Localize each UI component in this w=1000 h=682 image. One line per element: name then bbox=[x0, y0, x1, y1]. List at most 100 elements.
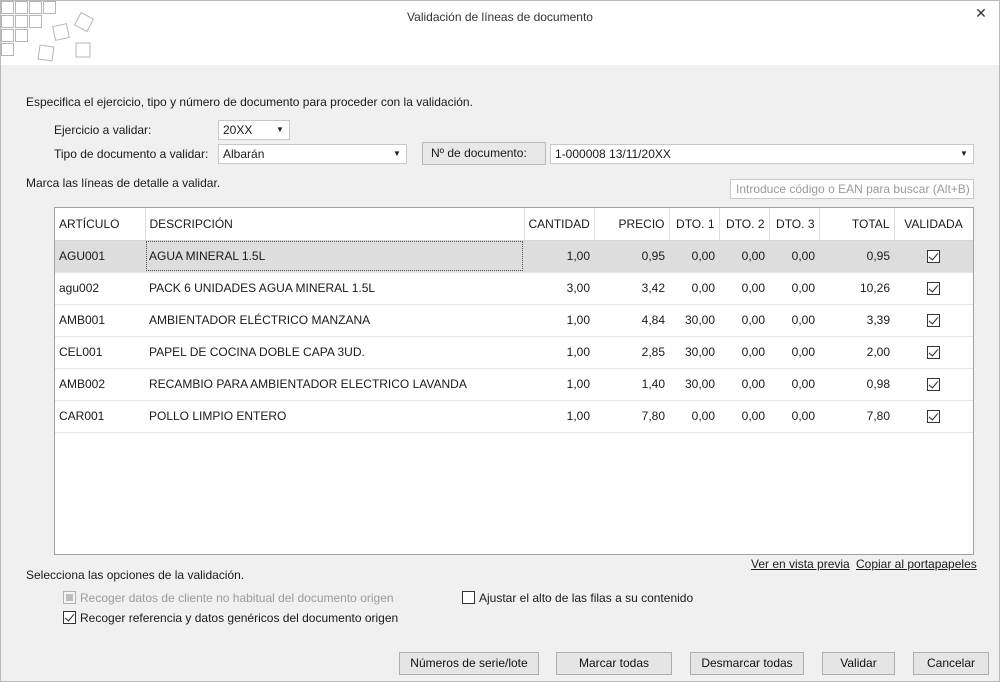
col-articulo[interactable]: ARTÍCULO bbox=[55, 208, 146, 241]
window-title: Validación de líneas de documento bbox=[407, 10, 593, 24]
cell-dto1: 0,00 bbox=[669, 272, 719, 305]
ajustar-alto-checkbox[interactable] bbox=[462, 591, 475, 604]
chevron-down-icon[interactable]: ▼ bbox=[957, 145, 971, 163]
ejercicio-value: 20XX bbox=[223, 123, 253, 137]
col-cantidad[interactable]: CANTIDAD bbox=[524, 208, 595, 241]
cell-descripcion: PAPEL DE COCINA DOBLE CAPA 3UD. bbox=[145, 336, 524, 369]
cell-descripcion: PACK 6 UNIDADES AGUA MINERAL 1.5L bbox=[145, 272, 524, 305]
cell-dto3: 0,00 bbox=[769, 272, 819, 305]
table-row[interactable]: agu002 PACK 6 UNIDADES AGUA MINERAL 1.5L… bbox=[55, 272, 973, 305]
cell-articulo: AMB002 bbox=[55, 368, 145, 401]
cell-total: 7,80 bbox=[819, 400, 894, 433]
cell-descripcion: POLLO LIMPIO ENTERO bbox=[145, 400, 524, 433]
option-recoger-referencia[interactable]: Recoger referencia y datos genéricos del… bbox=[63, 611, 398, 625]
table-row[interactable]: AMB002 RECAMBIO PARA AMBIENTADOR ELECTRI… bbox=[55, 368, 973, 401]
cell-precio: 0,95 bbox=[594, 240, 669, 273]
cell-dto1: 0,00 bbox=[669, 240, 719, 273]
col-descripcion[interactable]: DESCRIPCIÓN bbox=[145, 208, 525, 241]
instructions-top: Especifica el ejercicio, tipo y número d… bbox=[26, 95, 473, 109]
cell-cantidad: 1,00 bbox=[524, 240, 594, 273]
cell-total: 10,26 bbox=[819, 272, 894, 305]
copy-clipboard-link[interactable]: Copiar al portapapeles bbox=[856, 557, 977, 571]
cell-validada bbox=[894, 240, 973, 273]
table-row[interactable]: CEL001 PAPEL DE COCINA DOBLE CAPA 3UD. 1… bbox=[55, 336, 973, 369]
option-ajustar-alto[interactable]: Ajustar el alto de las filas a su conten… bbox=[462, 591, 693, 605]
cancelar-button[interactable]: Cancelar bbox=[913, 652, 989, 675]
cell-cantidad: 1,00 bbox=[524, 304, 594, 337]
ejercicio-select[interactable]: 20XX ▼ bbox=[218, 120, 290, 140]
cell-dto3: 0,00 bbox=[769, 368, 819, 401]
cell-articulo: AGU001 bbox=[55, 240, 145, 273]
validada-checkbox[interactable] bbox=[927, 282, 940, 296]
cell-articulo: CAR001 bbox=[55, 400, 145, 433]
cell-articulo: AMB001 bbox=[55, 304, 145, 337]
col-dto3[interactable]: DTO. 3 bbox=[769, 208, 820, 241]
validation-dialog: Validación de líneas de documento ✕ Espe… bbox=[0, 0, 1000, 682]
validar-button[interactable]: Validar bbox=[822, 652, 895, 675]
cell-total: 0,95 bbox=[819, 240, 894, 273]
cell-total: 0,98 bbox=[819, 368, 894, 401]
recoger-referencia-checkbox[interactable] bbox=[63, 611, 76, 624]
cell-dto2: 0,00 bbox=[719, 240, 769, 273]
cell-dto2: 0,00 bbox=[719, 336, 769, 369]
col-dto1[interactable]: DTO. 1 bbox=[669, 208, 720, 241]
cell-descripcion: AGUA MINERAL 1.5L bbox=[145, 240, 524, 273]
serie-lote-button[interactable]: Números de serie/lote bbox=[399, 652, 539, 675]
recoger-cliente-label: Recoger datos de cliente no habitual del… bbox=[80, 591, 394, 605]
cell-validada bbox=[894, 304, 973, 337]
cell-precio: 4,84 bbox=[594, 304, 669, 337]
preview-link[interactable]: Ver en vista previa bbox=[751, 557, 850, 571]
validada-checkbox[interactable] bbox=[927, 378, 940, 392]
documento-value: 1-000008 13/11/20XX bbox=[555, 147, 671, 161]
ejercicio-label: Ejercicio a validar: bbox=[54, 123, 152, 137]
validada-checkbox[interactable] bbox=[927, 314, 940, 328]
validada-checkbox[interactable] bbox=[927, 410, 940, 424]
tipo-label: Tipo de documento a validar: bbox=[54, 147, 209, 161]
cell-descripcion: RECAMBIO PARA AMBIENTADOR ELECTRICO LAVA… bbox=[145, 368, 524, 401]
chevron-down-icon[interactable]: ▼ bbox=[390, 145, 404, 163]
tipo-value: Albarán bbox=[223, 147, 265, 161]
table-row[interactable]: CAR001 POLLO LIMPIO ENTERO 1,00 7,80 0,0… bbox=[55, 400, 973, 433]
cell-descripcion: AMBIENTADOR ELÉCTRICO MANZANA bbox=[145, 304, 524, 337]
validada-checkbox[interactable] bbox=[927, 346, 940, 360]
documento-select[interactable]: 1-000008 13/11/20XX ▼ bbox=[550, 144, 974, 164]
cell-dto1: 0,00 bbox=[669, 400, 719, 433]
marcar-todas-button[interactable]: Marcar todas bbox=[556, 652, 672, 675]
table-row[interactable]: AMB001 AMBIENTADOR ELÉCTRICO MANZANA 1,0… bbox=[55, 304, 973, 337]
cell-articulo: CEL001 bbox=[55, 336, 145, 369]
validada-checkbox[interactable] bbox=[927, 250, 940, 264]
close-icon[interactable]: ✕ bbox=[973, 5, 989, 21]
desmarcar-todas-button[interactable]: Desmarcar todas bbox=[690, 652, 804, 675]
col-dto2[interactable]: DTO. 2 bbox=[719, 208, 770, 241]
cell-dto3: 0,00 bbox=[769, 400, 819, 433]
cell-dto2: 0,00 bbox=[719, 304, 769, 337]
cell-cantidad: 1,00 bbox=[524, 400, 594, 433]
table-row[interactable]: AGU001 AGUA MINERAL 1.5L 1,00 0,95 0,00 … bbox=[55, 240, 973, 273]
instructions-lines: Marca las líneas de detalle a validar. bbox=[26, 176, 221, 190]
cell-dto1: 30,00 bbox=[669, 336, 719, 369]
search-input[interactable]: Introduce código o EAN para buscar (Alt+… bbox=[730, 179, 974, 199]
cell-dto1: 30,00 bbox=[669, 304, 719, 337]
col-total[interactable]: TOTAL bbox=[819, 208, 895, 241]
cell-articulo: agu002 bbox=[55, 272, 145, 305]
cell-precio: 7,80 bbox=[594, 400, 669, 433]
col-validada[interactable]: VALIDADA bbox=[894, 208, 973, 241]
cell-total: 3,39 bbox=[819, 304, 894, 337]
cell-dto2: 0,00 bbox=[719, 368, 769, 401]
col-precio[interactable]: PRECIO bbox=[594, 208, 670, 241]
cell-dto2: 0,00 bbox=[719, 400, 769, 433]
title-bar: Validación de líneas de documento ✕ bbox=[1, 1, 999, 65]
cell-cantidad: 1,00 bbox=[524, 336, 594, 369]
cell-dto3: 0,00 bbox=[769, 304, 819, 337]
cell-validada bbox=[894, 336, 973, 369]
cell-validada bbox=[894, 400, 973, 433]
cell-cantidad: 3,00 bbox=[524, 272, 594, 305]
cell-validada bbox=[894, 272, 973, 305]
cell-cantidad: 1,00 bbox=[524, 368, 594, 401]
tipo-select[interactable]: Albarán ▼ bbox=[218, 144, 407, 164]
chevron-down-icon[interactable]: ▼ bbox=[273, 121, 287, 139]
cell-dto1: 30,00 bbox=[669, 368, 719, 401]
documento-label: Nº de documento: bbox=[422, 142, 546, 165]
cell-precio: 2,85 bbox=[594, 336, 669, 369]
cell-dto3: 0,00 bbox=[769, 336, 819, 369]
